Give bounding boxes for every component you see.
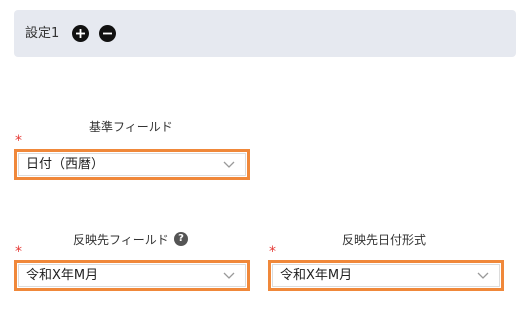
target-field-value: 令和X年M月 (26, 268, 99, 283)
help-icon[interactable]: ? (174, 232, 188, 246)
base-field-select[interactable]: 日付（西暦） (14, 149, 250, 180)
target-field-label: 反映先フィールド (73, 233, 169, 247)
settings-title: 設定1 (25, 26, 60, 41)
plus-circle-icon[interactable] (72, 25, 89, 42)
settings-header: 設定1 (14, 10, 516, 57)
settings-panel: 設定1 基準フィールド * 日付（西暦） 反映先フィールド ? * 令和X年M月 (0, 0, 516, 321)
target-date-format-select[interactable]: 令和X年M月 (268, 260, 504, 291)
target-date-format-value: 令和X年M月 (280, 268, 353, 283)
chevron-down-icon (477, 272, 489, 279)
chevron-down-icon (223, 272, 235, 279)
target-date-format-required-mark: * (269, 244, 276, 260)
target-field-required-mark: * (15, 244, 22, 260)
minus-circle-icon[interactable] (99, 25, 116, 42)
base-field-required-mark: * (15, 133, 22, 149)
base-field-value: 日付（西暦） (26, 157, 105, 172)
target-date-format-label: 反映先日付形式 (342, 233, 427, 247)
target-field-select[interactable]: 令和X年M月 (14, 260, 250, 291)
chevron-down-icon (223, 161, 235, 168)
base-field-label: 基準フィールド (89, 120, 173, 134)
